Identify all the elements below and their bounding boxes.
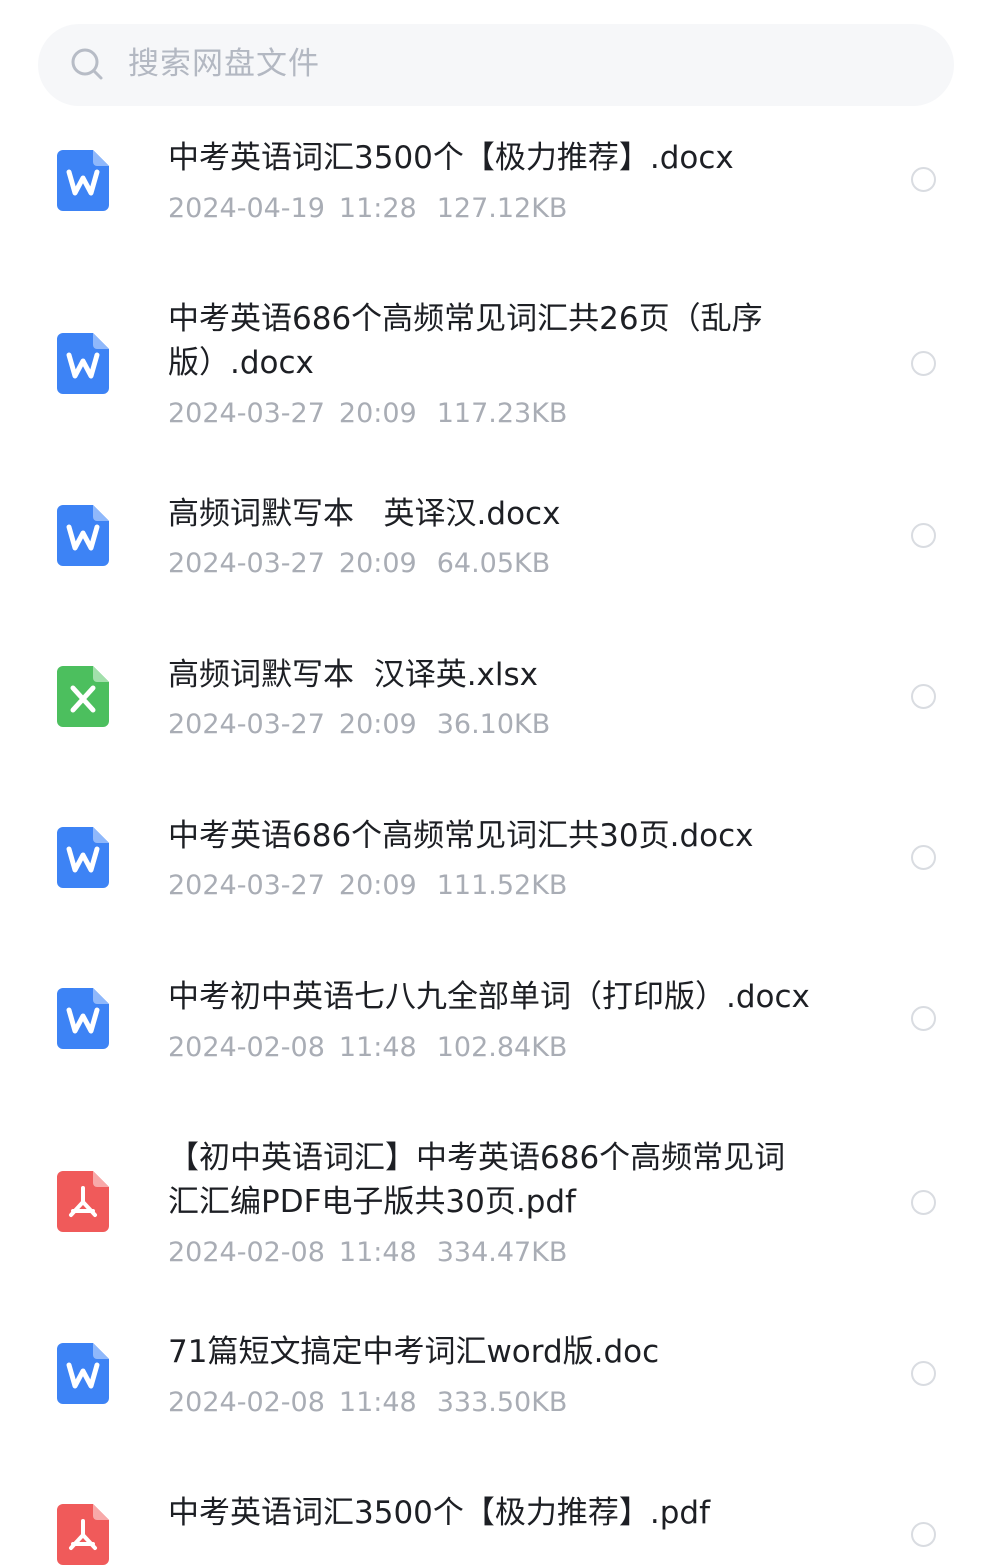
file-name: 高频词默写本 英译汉.docx (168, 496, 561, 532)
file-time: 20:09 (338, 398, 417, 429)
select-radio[interactable] (911, 1006, 936, 1031)
file-size: 333.50KB (436, 1387, 568, 1418)
file-date: 2024-03-27 (168, 709, 325, 740)
file-time: 20:09 (338, 870, 417, 901)
file-name-continued: 汇汇编PDF电子版共30页.pdf (168, 1184, 576, 1220)
word-doc-icon (57, 988, 109, 1049)
select-radio[interactable] (911, 351, 936, 376)
file-size: 102.84KB (436, 1032, 568, 1063)
file-meta: 2024-02-08 11:48 333.50KB (168, 1386, 567, 1420)
file-name: 中考英语686个高频常见词汇共30页.docx (168, 818, 754, 854)
file-time: 20:09 (338, 548, 417, 579)
file-time: 11:48 (338, 1237, 417, 1268)
file-list: 中考英语词汇3500个【极力推荐】.docx 2024-04-19 11:28 12… (0, 0, 990, 1565)
file-name: 71篇短文搞定中考词汇word版.doc (168, 1334, 660, 1370)
file-name: 中考英语词汇3500个【极力推荐】.pdf (168, 1495, 711, 1531)
word-doc-icon (57, 505, 109, 566)
excel-sheet-icon (57, 666, 109, 727)
select-radio[interactable] (911, 684, 936, 709)
select-radio[interactable] (911, 1522, 936, 1547)
file-name: 中考英语词汇3500个【极力推荐】.docx (168, 140, 734, 176)
file-size: 117.23KB (436, 398, 568, 429)
select-radio[interactable] (911, 845, 936, 870)
file-date: 2024-02-08 (168, 1032, 325, 1063)
file-date: 2024-02-08 (168, 1387, 325, 1418)
file-meta: 2024-04-19 11:28 127.12KB (168, 192, 567, 226)
file-name: 中考英语686个高频常见词汇共26页（乱序 (168, 301, 763, 337)
pdf-doc-icon (57, 1171, 109, 1232)
select-radio[interactable] (911, 1361, 936, 1386)
file-time: 20:09 (338, 709, 417, 740)
file-date: 2024-04-19 (168, 193, 325, 224)
select-radio[interactable] (911, 167, 936, 192)
file-size: 127.12KB (436, 193, 568, 224)
file-name: 高频词默写本 汉译英.xlsx (168, 657, 539, 693)
file-date: 2024-03-27 (168, 870, 325, 901)
word-doc-icon (57, 333, 109, 394)
file-time: 11:48 (338, 1032, 417, 1063)
file-meta: 2024-03-27 20:09 64.05KB (168, 547, 550, 581)
file-date: 2024-03-27 (168, 548, 325, 579)
word-doc-icon (57, 1343, 109, 1404)
file-date: 2024-02-08 (168, 1237, 325, 1268)
file-name: 中考初中英语七八九全部单词（打印版）.docx (168, 979, 810, 1015)
file-meta: 2024-02-08 11:48 102.84KB (168, 1031, 567, 1065)
file-meta: 2024-03-27 20:09 111.52KB (168, 869, 567, 903)
word-doc-icon (57, 150, 109, 211)
file-size: 111.52KB (436, 870, 568, 901)
file-size: 334.47KB (436, 1237, 568, 1268)
file-meta: 2024-03-27 20:09 36.10KB (168, 708, 550, 742)
file-date: 2024-03-27 (168, 398, 325, 429)
file-size: 64.05KB (436, 548, 551, 579)
select-radio[interactable] (911, 523, 936, 548)
pdf-doc-icon (57, 1504, 109, 1565)
file-meta: 2024-02-08 11:48 334.47KB (168, 1236, 567, 1270)
file-time: 11:28 (338, 193, 417, 224)
file-name-continued: 版）.docx (168, 345, 314, 381)
select-radio[interactable] (911, 1190, 936, 1215)
file-time: 11:48 (338, 1387, 417, 1418)
file-size: 36.10KB (436, 709, 551, 740)
word-doc-icon (57, 827, 109, 888)
file-name: 【初中英语词汇】中考英语686个高频常见词 (168, 1140, 786, 1176)
file-meta: 2024-03-27 20:09 117.23KB (168, 397, 567, 431)
